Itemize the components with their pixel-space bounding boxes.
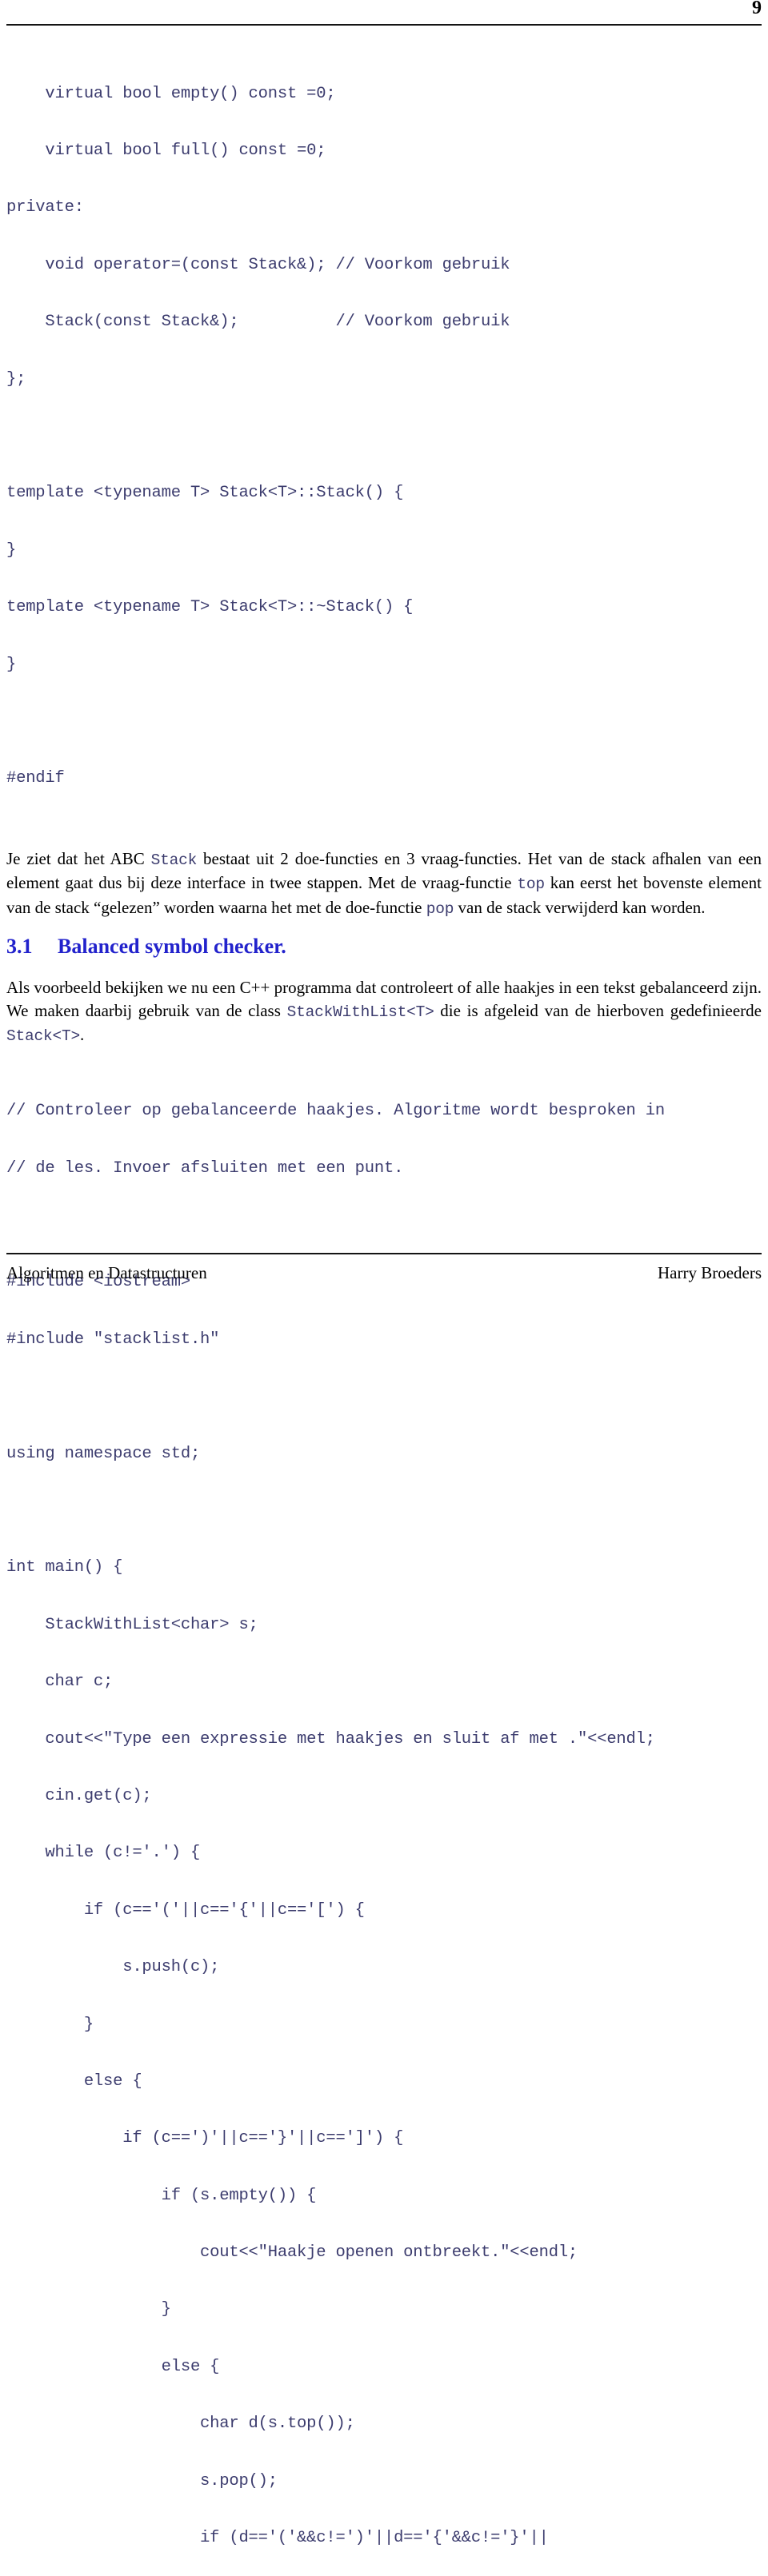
code-line: if (s.empty()) {	[6, 2186, 317, 2205]
footer-right-text: Harry Broeders	[657, 1263, 762, 1282]
code-line: while (c!='.') {	[6, 1844, 201, 1863]
code-line: using namespace std;	[6, 1444, 201, 1463]
code-block-balanced-symbol-program: // Controleer op gebalanceerde haakjes. …	[6, 1064, 762, 2576]
inline-code-stack: Stack	[150, 851, 198, 869]
paragraph-text-segment: die is afgeleid van de hierboven gedefin…	[434, 1000, 762, 1020]
paragraph-balanced-symbol-intro: Als voorbeeld bekijken we nu een C++ pro…	[6, 976, 762, 1048]
paragraph-text-segment: van de stack verwijderd kan worden.	[454, 897, 706, 917]
code-line: Stack(const Stack&); // Voorkom gebruik	[6, 313, 510, 332]
code-line: s.push(c);	[6, 1958, 220, 1977]
inline-code-stackwithlist: StackWithList<T>	[286, 1003, 434, 1021]
code-line: int main() {	[6, 1558, 123, 1577]
code-line: else {	[6, 2357, 220, 2376]
section-number: 3.1	[6, 935, 33, 959]
code-line: template <typename T> Stack<T>::~Stack()…	[6, 598, 414, 617]
inline-code-stack-template: Stack<T>	[6, 1027, 81, 1046]
page-footer: Algoritmen en Datastructuren Harry Broed…	[6, 1253, 762, 1283]
code-line: #endif	[6, 769, 65, 788]
code-line: // Controleer op gebalanceerde haakjes. …	[6, 1102, 665, 1121]
footer-rule	[6, 1253, 762, 1254]
code-line: char c;	[6, 1673, 114, 1692]
code-line: // de les. Invoer afsluiten met een punt…	[6, 1158, 404, 1178]
code-block-stack-header: virtual bool empty() const =0; virtual b…	[6, 46, 762, 827]
code-line: char d(s.top());	[6, 2415, 355, 2434]
code-line: cout<<"Type een expressie met haakjes en…	[6, 1729, 655, 1749]
code-line: }	[6, 540, 17, 560]
code-line: };	[6, 369, 26, 389]
code-line: cout<<"Haakje openen ontbreekt."<<endl;	[6, 2243, 578, 2263]
code-line: #include "stacklist.h"	[6, 1330, 220, 1349]
code-line: }	[6, 655, 17, 674]
page-number: 9	[752, 0, 762, 18]
section-title: Balanced symbol checker.	[58, 935, 286, 959]
code-line: virtual bool full() const =0;	[6, 141, 326, 160]
section-heading: 3.1 Balanced symbol checker.	[6, 935, 762, 959]
code-line: else {	[6, 2072, 142, 2091]
paragraph-abc-stack: Je ziet dat het ABC Stack bestaat uit 2 …	[6, 847, 762, 921]
code-line: }	[6, 2015, 94, 2034]
paragraph-text-segment: .	[80, 1025, 85, 1045]
code-line: }	[6, 2300, 171, 2319]
page-header: 9	[6, 0, 762, 35]
code-line: virtual bool empty() const =0;	[6, 84, 336, 103]
header-rule	[6, 24, 762, 26]
inline-code-pop: pop	[426, 899, 454, 918]
code-line: s.pop();	[6, 2471, 278, 2490]
code-line: void operator=(const Stack&); // Voorkom…	[6, 255, 510, 274]
footer-left-text: Algoritmen en Datastructuren	[6, 1263, 207, 1282]
paragraph-text-segment: Je ziet dat het ABC	[6, 848, 151, 868]
code-line: if (c==')'||c=='}'||c==']') {	[6, 2129, 404, 2148]
code-line: cin.get(c);	[6, 1786, 152, 1805]
code-line: if (d=='('&&c!=')'||d=='{'&&c!='}'||	[6, 2529, 549, 2548]
code-line: if (c=='('||c=='{'||c=='[') {	[6, 1900, 365, 1920]
inline-code-top: top	[517, 875, 545, 894]
document-page: 9 virtual bool empty() const =0; virtual…	[0, 0, 768, 2547]
code-line: private:	[6, 198, 84, 217]
code-line: StackWithList<char> s;	[6, 1615, 258, 1634]
code-line: template <typename T> Stack<T>::Stack() …	[6, 484, 404, 503]
